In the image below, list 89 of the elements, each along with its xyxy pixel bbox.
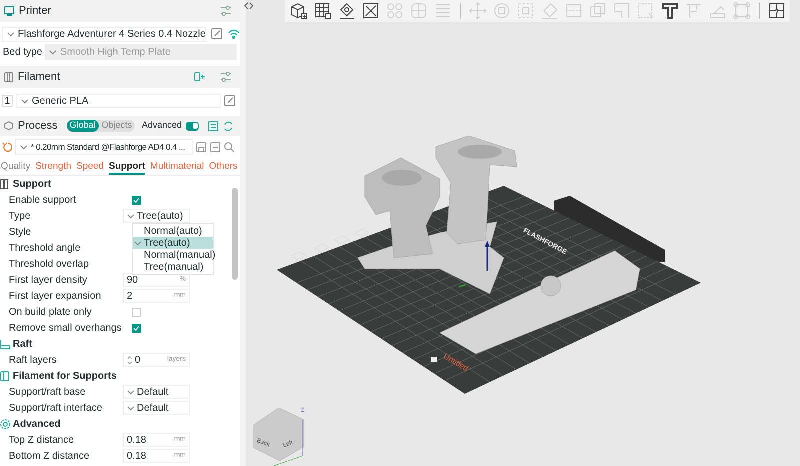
diamond-icon[interactable]	[338, 2, 356, 20]
search-icon[interactable]	[224, 142, 235, 152]
advanced-toggle[interactable]	[186, 122, 199, 130]
setting-label: First layer expansion	[8, 290, 102, 304]
settings-icon[interactable]	[220, 5, 232, 17]
collapse-icon[interactable]	[244, 1, 254, 11]
group-title: Advanced	[13, 418, 61, 432]
gear-icon	[0, 418, 11, 430]
select-value: Default	[137, 386, 169, 400]
field-value: 90	[127, 274, 138, 288]
list-icon[interactable]	[208, 120, 219, 132]
edit-icon[interactable]	[211, 28, 223, 40]
option-label: Normal(manual)	[144, 248, 216, 262]
wifi-icon[interactable]	[228, 28, 240, 40]
select-value: Smooth High Temp Plate	[60, 46, 171, 60]
chevron-icon	[127, 388, 135, 396]
chevron-icon	[127, 404, 135, 412]
undo-icon[interactable]	[2, 142, 12, 152]
setting-label: First layer density	[8, 274, 88, 288]
checkbox[interactable]	[132, 196, 141, 204]
save-icon[interactable]	[196, 142, 207, 152]
chevron-icon	[127, 212, 135, 220]
settings-icon[interactable]	[220, 71, 232, 83]
axis-drawing	[274, 420, 304, 466]
group-title: Support	[13, 178, 52, 192]
support-icon	[0, 178, 11, 190]
field-label: Bed type	[3, 46, 42, 60]
chevron-icon	[21, 98, 29, 104]
raft-icon	[0, 338, 11, 350]
setting-label: Remove small overhangs	[8, 322, 123, 336]
chevron-icon	[7, 30, 15, 38]
stepper-icon[interactable]	[127, 356, 133, 364]
option-label: Tree(auto)	[144, 236, 190, 250]
select-value: * 0.20mm Standard @Flashforge AD4 0.4 ...	[31, 140, 186, 154]
dropdown-option[interactable]: Normal(auto)	[133, 225, 213, 237]
settings-tab[interactable]: Support	[108, 160, 146, 175]
select-field[interactable]: Default	[123, 401, 190, 415]
select-value: Generic PLA	[32, 94, 89, 108]
cube-add-icon[interactable]	[290, 2, 308, 20]
setting-label: Type	[8, 210, 32, 224]
puzzle-icon[interactable]	[768, 2, 786, 20]
edit-icon[interactable]	[224, 95, 236, 107]
group-title: Filament for Supports	[13, 370, 117, 384]
square-cross-icon[interactable]	[362, 2, 380, 20]
field-value: 0	[135, 354, 141, 368]
view-cube[interactable]	[254, 408, 304, 462]
printer-icon	[4, 6, 15, 16]
section-title: Filament	[18, 70, 60, 85]
setting-label: Top Z distance	[8, 434, 76, 448]
setting-label: Support/raft interface	[8, 402, 104, 416]
setting-label: Threshold angle	[8, 242, 82, 256]
setting-label: Style	[8, 226, 32, 240]
filament-index: 1	[2, 95, 13, 107]
chevron-icon	[20, 144, 28, 150]
setting-label: Threshold overlap	[8, 258, 90, 272]
dropdown-option[interactable]: Tree(auto)	[133, 237, 213, 249]
setting-label: On build plate only	[8, 306, 93, 320]
option-label: Tree(manual)	[144, 260, 204, 274]
section-title: Printer	[19, 4, 52, 19]
section-title: Process	[18, 118, 58, 134]
dropdown-option[interactable]: Tree(manual)	[133, 261, 213, 273]
setting-label: Bottom Z distance	[8, 450, 91, 464]
setting-label: Support/raft base	[8, 386, 87, 400]
filament-select[interactable]: Generic PLA	[16, 94, 221, 108]
dropdown-option[interactable]: Normal(manual)	[133, 249, 213, 261]
select-field[interactable]: Default	[123, 385, 190, 399]
toggle-label: Advanced	[142, 119, 182, 132]
plate-icon	[431, 357, 437, 362]
grid-add-icon[interactable]	[314, 2, 332, 20]
setting-label: Raft layers	[8, 354, 58, 368]
group-title: Raft	[13, 338, 32, 352]
scope-tab[interactable]: Global	[66, 120, 99, 132]
select-value: Default	[137, 402, 169, 416]
option-label: Normal(auto)	[144, 224, 202, 238]
setting-label: Enable support	[8, 194, 78, 208]
field-value: 0.18	[127, 434, 146, 448]
process-select[interactable]: * 0.20mm Standard @Flashforge AD4 0.4 ...	[15, 139, 193, 155]
scrollbar[interactable]	[232, 188, 238, 280]
field-value: 2	[127, 290, 133, 304]
text-icon[interactable]	[661, 2, 679, 20]
field-value: 0.18	[127, 450, 146, 464]
checkbox[interactable]	[132, 324, 141, 332]
add-filament-icon[interactable]	[194, 71, 206, 83]
chevron-icon	[49, 48, 58, 56]
checkbox[interactable]	[132, 308, 141, 316]
minus-icon[interactable]	[210, 142, 221, 152]
settings-tab[interactable]: Quality	[1, 160, 31, 175]
select-field[interactable]: Tree(auto)	[123, 209, 190, 223]
select-value: Tree(auto)	[137, 210, 184, 224]
